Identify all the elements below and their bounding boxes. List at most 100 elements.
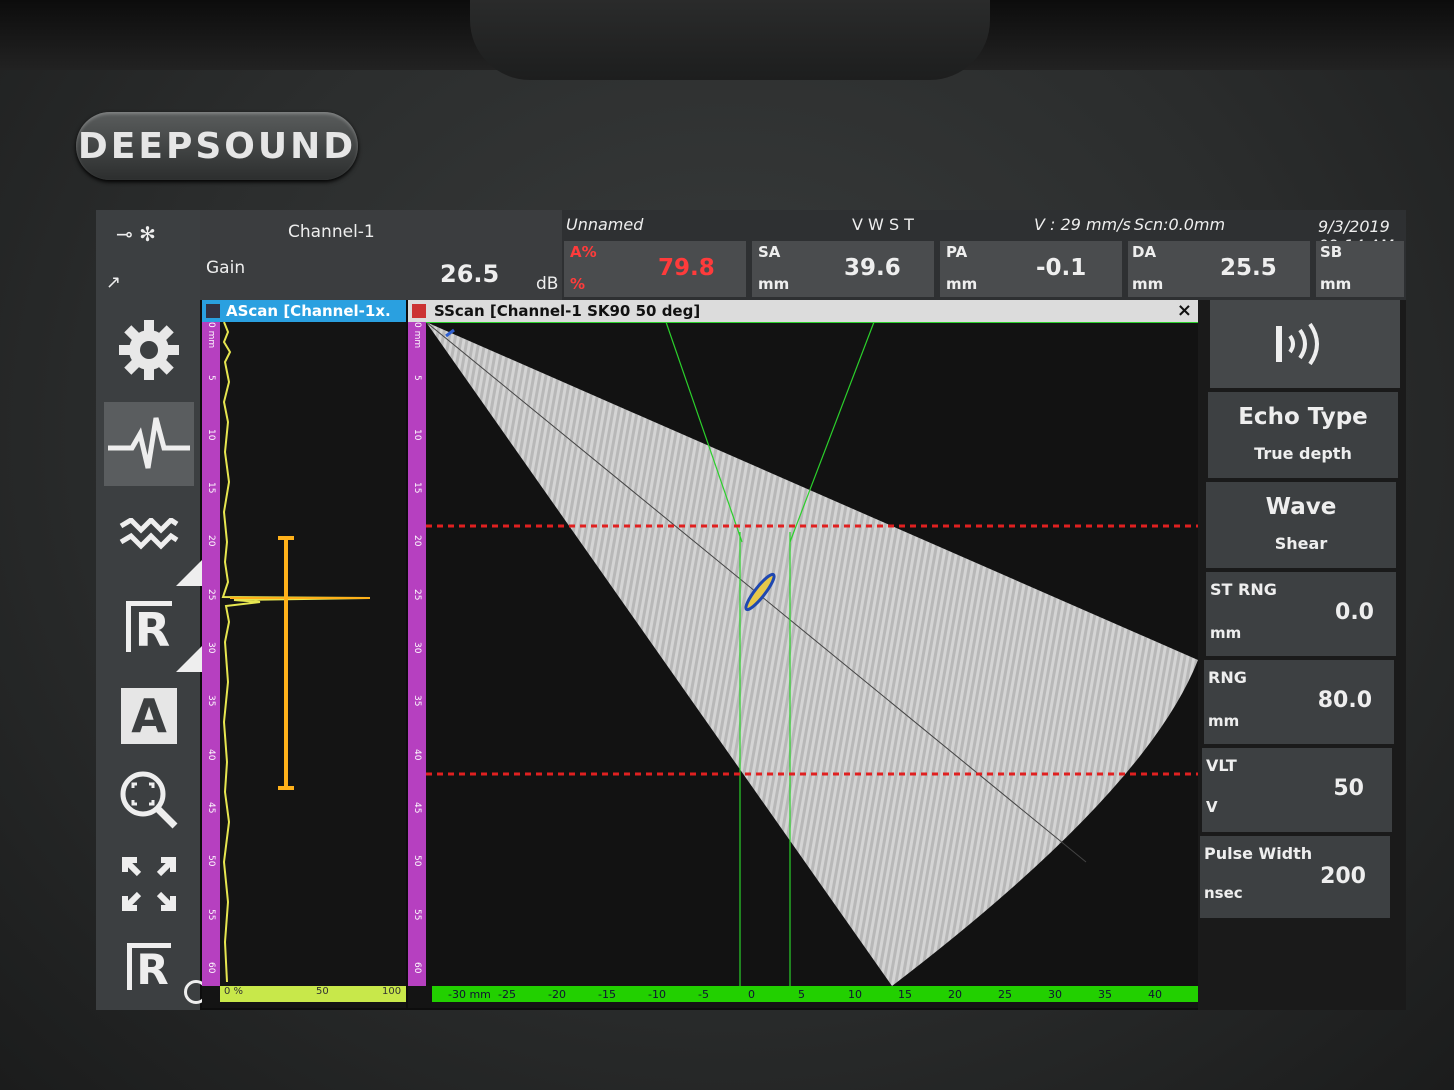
trend-icon: ↗ [106, 272, 122, 293]
depth-tick: 5 [412, 375, 422, 382]
depth-tick: 10 [412, 428, 422, 441]
param-st-rng[interactable]: ST RNG mm 0.0 [1206, 572, 1396, 656]
fullscreen-button[interactable] [104, 842, 194, 926]
depth-tick: 55 [412, 908, 422, 921]
connection-icon: ⊸ ✻ [116, 222, 156, 246]
ascan-titlebar: AScan [Channel-1x. [202, 300, 406, 322]
echo-type-value: True depth [1254, 444, 1352, 463]
depth-tick: 60 [206, 962, 216, 974]
param-unit: V [1206, 798, 1218, 816]
measurement-da[interactable]: DA mm 25.5 [1128, 241, 1310, 297]
horizontal-tick: -30 mm [448, 988, 491, 1001]
echo-type-button[interactable]: Echo Type True depth [1208, 392, 1398, 478]
ascan-view-button[interactable] [104, 402, 194, 486]
depth-tick: 30 [412, 642, 422, 654]
fullscreen-arrows-icon [122, 857, 176, 911]
meas-label: PA [946, 243, 968, 261]
meas-value: 39.6 [844, 255, 901, 281]
toolbar: ⊸ ✻ ↗ R A R [96, 210, 208, 1010]
amp-tick: 100 [382, 986, 402, 997]
depth-tick: 25 [412, 588, 422, 601]
brand-logo: DEEPSOUND [76, 112, 358, 180]
meas-unit: mm [946, 275, 978, 293]
meas-label: A% [570, 243, 597, 261]
gain-value[interactable]: 26.5 [440, 260, 499, 288]
measurement-pa[interactable]: PA mm -0.1 [940, 241, 1122, 297]
depth-tick: 5 [206, 375, 216, 382]
param-unit: mm [1210, 624, 1242, 642]
horizontal-tick: -10 [648, 988, 666, 1001]
depth-tick: 35 [412, 695, 422, 707]
ascan-pane[interactable]: AScan [Channel-1x. 0 mm 5 10 15 20 25 30 35 40 45… [202, 300, 406, 1008]
sscan-depth-ruler [408, 322, 426, 986]
param-label: Pulse Width [1204, 844, 1313, 863]
meas-value: 25.5 [1220, 255, 1277, 281]
param-label: RNG [1208, 668, 1247, 687]
param-vlt[interactable]: VLT V 50 [1202, 748, 1392, 832]
ascan-plot [221, 322, 371, 983]
letter-a-icon: A [121, 688, 177, 744]
meas-unit: mm [1132, 275, 1164, 293]
pane-icon [206, 304, 220, 318]
sscan-image [426, 322, 1198, 986]
horizontal-tick: 5 [798, 988, 805, 1001]
status-flags: V W S T [852, 215, 914, 234]
ascan-signal [221, 322, 371, 983]
settings-button[interactable] [104, 308, 194, 392]
horizontal-tick: 35 [1098, 988, 1112, 1001]
meas-value: -0.1 [1036, 255, 1087, 281]
amp-tick: 0 % [224, 986, 244, 997]
param-unit: nsec [1204, 884, 1243, 902]
horizontal-tick: 15 [898, 988, 912, 1001]
horizontal-tick: 30 [1048, 988, 1062, 1001]
ascan-title: AScan [Channel-1x. [226, 302, 391, 320]
setup-name: Unnamed [566, 215, 644, 234]
param-value: 200 [1320, 864, 1366, 889]
horizontal-tick: 0 [748, 988, 755, 1001]
pulse-transmit-icon [1276, 322, 1319, 366]
report-r-icon: R [125, 600, 173, 653]
depth-tick: 40 [412, 748, 422, 761]
report-r2-icon: R [127, 942, 171, 990]
scan-readout: Scn:0.0mm [1134, 215, 1226, 234]
channel-label: Channel-1 [288, 222, 375, 242]
depth-tick: 15 [206, 482, 216, 494]
ascan-depth-ruler [202, 322, 220, 986]
corner-indicator [176, 560, 202, 586]
param-pulse-width[interactable]: Pulse Width nsec 200 [1200, 836, 1390, 918]
depth-tick: 45 [206, 802, 216, 814]
param-label: ST RNG [1210, 580, 1277, 599]
depth-tick: 35 [206, 695, 216, 707]
param-label: VLT [1206, 756, 1237, 775]
auto-button[interactable]: A [104, 674, 194, 758]
depth-tick: 50 [412, 855, 422, 867]
param-value: 80.0 [1317, 688, 1372, 713]
param-unit: mm [1208, 712, 1240, 730]
velocity-readout: V : 29 mm/s [1034, 215, 1131, 234]
parameter-panel: Echo Type True depth Wave Shear ST RNG m… [1198, 300, 1406, 1010]
horizontal-tick: 10 [848, 988, 862, 1001]
instrument-screen: ⊸ ✻ ↗ R A R Channel-1 Gain 26.5 dB Unnam… [96, 210, 1406, 1010]
zoom-button[interactable] [104, 758, 194, 842]
close-icon[interactable]: × [1177, 300, 1192, 322]
horizontal-tick: -20 [548, 988, 566, 1001]
param-rng[interactable]: RNG mm 80.0 [1204, 660, 1394, 744]
sscan-pane[interactable]: SScan [Channel-1 SK90 50 deg] × 0 mm 5 10 1… [408, 300, 1198, 1008]
sscan-horizontal-scale [432, 986, 1198, 1002]
horizontal-tick: 40 [1148, 988, 1162, 1001]
measurement-sa[interactable]: SA mm 39.6 [752, 241, 934, 297]
depth-tick: 15 [412, 482, 422, 494]
depth-tick: 30 [206, 642, 216, 654]
param-value: 0.0 [1335, 600, 1374, 625]
horizontal-tick: 20 [948, 988, 962, 1001]
zoom-fit-icon [120, 771, 178, 829]
gain-unit: dB [536, 274, 559, 294]
measurement-sb[interactable]: SB mm 0 [1316, 241, 1404, 297]
wave-button[interactable]: Wave Shear [1206, 482, 1396, 568]
report-button-2[interactable]: R [104, 924, 194, 1008]
sscan-titlebar: SScan [Channel-1 SK90 50 deg] × [408, 300, 1198, 322]
horizontal-tick: -5 [698, 988, 709, 1001]
transmit-button[interactable] [1210, 300, 1400, 388]
measurement-a-percent[interactable]: A% % 79.8 [564, 241, 746, 297]
wave-zigzag-icon [119, 518, 179, 550]
